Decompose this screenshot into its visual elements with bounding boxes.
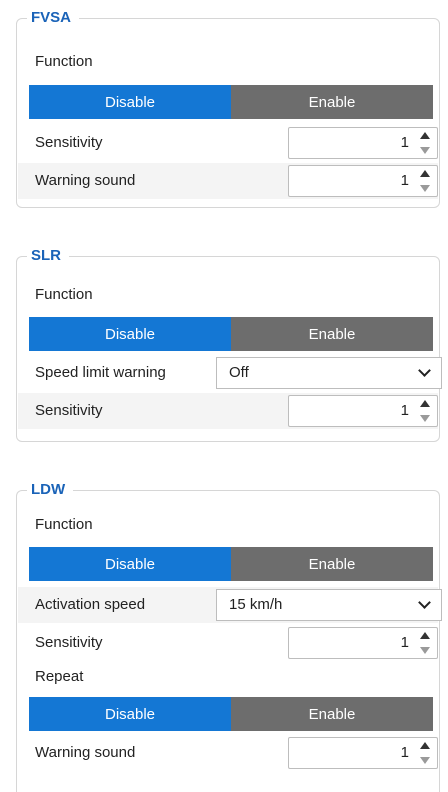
ldw-warning-sound-value: 1 [400,744,409,761]
slr-speed-limit-select[interactable]: Off [216,357,442,389]
spin-down-icon[interactable] [420,415,430,422]
ldw-sensitivity-label: Sensitivity [35,634,103,651]
fvsa-sensitivity-row: Sensitivity 1 [18,125,438,161]
chevron-down-icon[interactable] [418,596,431,609]
slr-sensitivity-label: Sensitivity [35,402,103,419]
spin-arrows[interactable] [419,132,431,154]
fvsa-disable-button[interactable]: Disable [29,85,231,119]
slr-title: SLR [27,246,69,266]
slr-speed-limit-row: Speed limit warning Off [18,355,442,391]
fvsa-enable-button[interactable]: Enable [231,85,433,119]
slr-sensitivity-row: Sensitivity 1 [18,393,438,429]
ldw-warning-sound-row: Warning sound 1 [18,735,438,771]
fvsa-warning-sound-row: Warning sound 1 [18,163,438,199]
spin-arrows[interactable] [419,170,431,192]
slr-sensitivity-stepper[interactable]: 1 [288,395,438,427]
ldw-group: LDW Function Disable Enable Activation s… [16,480,442,792]
slr-speed-limit-label: Speed limit warning [35,364,166,381]
ldw-title: LDW [27,480,74,500]
fvsa-group: FVSA Function Disable Enable Sensitivity… [16,8,440,208]
ldw-warning-sound-label: Warning sound [35,744,136,761]
slr-group: SLR Function Disable Enable Speed limit … [16,246,442,442]
spin-up-icon[interactable] [420,632,430,639]
fvsa-sensitivity-value: 1 [400,134,409,151]
spin-down-icon[interactable] [420,757,430,764]
chevron-down-icon[interactable] [418,364,431,377]
spin-down-icon[interactable] [420,185,430,192]
ldw-repeat-label: Repeat [35,668,84,685]
spin-up-icon[interactable] [420,400,430,407]
fvsa-function-toggle: Disable Enable [29,85,433,119]
ldw-function-label: Function [35,516,93,533]
ldw-function-toggle: Disable Enable [29,547,433,581]
fvsa-warning-sound-stepper[interactable]: 1 [288,165,438,197]
ldw-repeat-toggle: Disable Enable [29,697,433,731]
spin-arrows[interactable] [419,400,431,422]
ldw-repeat-enable-button[interactable]: Enable [231,697,433,731]
fvsa-sensitivity-label: Sensitivity [35,134,103,151]
slr-sensitivity-value: 1 [400,402,409,419]
ldw-activation-speed-select[interactable]: 15 km/h [216,589,442,621]
spin-up-icon[interactable] [420,170,430,177]
ldw-disable-button[interactable]: Disable [29,547,231,581]
ldw-enable-button[interactable]: Enable [231,547,433,581]
spin-up-icon[interactable] [420,132,430,139]
ldw-activation-speed-row: Activation speed 15 km/h [18,587,442,623]
fvsa-function-label: Function [35,53,93,70]
ldw-activation-speed-value: 15 km/h [229,596,283,613]
slr-disable-button[interactable]: Disable [29,317,231,351]
slr-speed-limit-value: Off [229,364,249,381]
spin-up-icon[interactable] [420,742,430,749]
spin-down-icon[interactable] [420,147,430,154]
spin-down-icon[interactable] [420,647,430,654]
ldw-repeat-disable-button[interactable]: Disable [29,697,231,731]
ldw-sensitivity-stepper[interactable]: 1 [288,627,438,659]
ldw-warning-sound-stepper[interactable]: 1 [288,737,438,769]
ldw-sensitivity-row: Sensitivity 1 [18,625,438,661]
spin-arrows[interactable] [419,632,431,654]
fvsa-title: FVSA [27,8,80,28]
slr-function-label: Function [35,286,93,303]
slr-function-toggle: Disable Enable [29,317,433,351]
ldw-sensitivity-value: 1 [400,634,409,651]
fvsa-sensitivity-stepper[interactable]: 1 [288,127,438,159]
fvsa-warning-sound-label: Warning sound [35,172,136,189]
ldw-activation-speed-label: Activation speed [35,596,146,613]
slr-enable-button[interactable]: Enable [231,317,433,351]
fvsa-warning-sound-value: 1 [400,172,409,189]
spin-arrows[interactable] [419,742,431,764]
